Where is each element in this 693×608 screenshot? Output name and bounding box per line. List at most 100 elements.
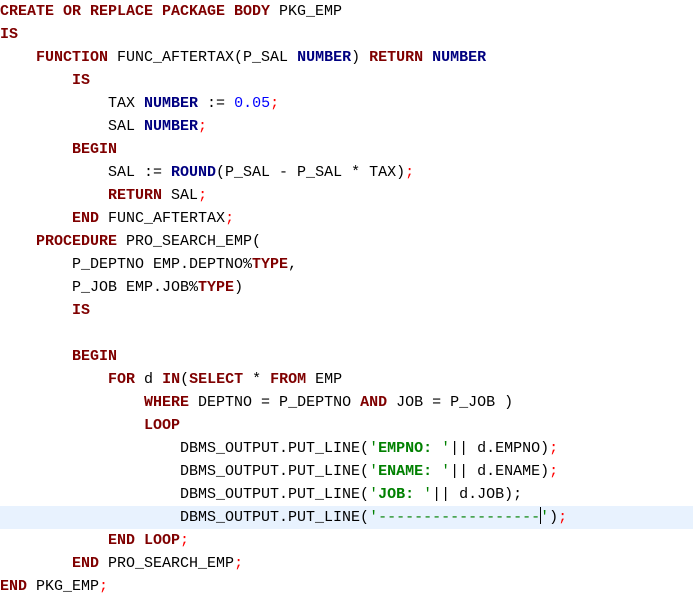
- code-token: SAL: [162, 187, 199, 204]
- type-token: NUMBER: [144, 118, 199, 135]
- code-token: SAL: [0, 118, 145, 135]
- keyword-token: IN: [162, 371, 181, 388]
- keyword-token: FUNCTION: [36, 49, 109, 66]
- keyword-token: WHERE: [144, 394, 190, 411]
- code-line[interactable]: END PRO_SEARCH_EMP;: [0, 552, 693, 575]
- code-line[interactable]: END FUNC_AFTERTAX;: [0, 207, 693, 230]
- code-token: P_JOB EMP.JOB%: [0, 279, 199, 296]
- code-line[interactable]: BEGIN: [0, 345, 693, 368]
- code-line[interactable]: END PKG_EMP;: [0, 575, 693, 598]
- punctuation-token: ;: [549, 463, 559, 480]
- punctuation-token: ;: [270, 95, 280, 112]
- code-line[interactable]: TAX NUMBER := 0.05;: [0, 92, 693, 115]
- code-line[interactable]: PROCEDURE PRO_SEARCH_EMP(: [0, 230, 693, 253]
- code-line[interactable]: IS: [0, 299, 693, 322]
- code-token: :=: [198, 95, 235, 112]
- keyword-token: SELECT: [189, 371, 244, 388]
- code-line[interactable]: WHERE DEPTNO = P_DEPTNO AND JOB = P_JOB …: [0, 391, 693, 414]
- code-editor[interactable]: CREATE OR REPLACE PACKAGE BODY PKG_EMP IS…: [0, 0, 693, 608]
- keyword-token: END LOOP: [108, 532, 181, 549]
- code-token: ): [351, 49, 370, 66]
- code-line[interactable]: SAL NUMBER;: [0, 115, 693, 138]
- code-token: PRO_SEARCH_EMP(: [117, 233, 262, 250]
- punctuation-token: ;: [180, 532, 190, 549]
- keyword-token: BEGIN: [72, 141, 118, 158]
- keyword-token: TYPE: [252, 256, 289, 273]
- type-token: NUMBER: [432, 49, 487, 66]
- code-line[interactable]: BEGIN: [0, 138, 693, 161]
- number-token: 0.05: [234, 95, 271, 112]
- punctuation-token: ;: [549, 440, 559, 457]
- keyword-token: PROCEDURE: [36, 233, 118, 250]
- keyword-token: FROM: [270, 371, 307, 388]
- string-token: ENAME:: [378, 463, 433, 480]
- keyword-token: AND: [360, 394, 388, 411]
- punctuation-token: ;: [99, 578, 109, 595]
- code-token: DBMS_OUTPUT.PUT_LINE(: [0, 509, 370, 526]
- keyword-token: RETURN: [108, 187, 163, 204]
- code-token: ,: [288, 256, 298, 273]
- code-token: *: [243, 371, 271, 388]
- code-line[interactable]: DBMS_OUTPUT.PUT_LINE('JOB: '|| d.JOB);: [0, 483, 693, 506]
- code-token: TAX: [0, 95, 145, 112]
- code-token: JOB = P_JOB ): [387, 394, 514, 411]
- punctuation-token: ;: [234, 555, 244, 572]
- type-token: ROUND: [171, 164, 217, 181]
- keyword-token: IS: [72, 302, 91, 319]
- code-token: P_DEPTNO EMP.DEPTNO%: [0, 256, 253, 273]
- punctuation-token: ;: [198, 187, 208, 204]
- keyword-token: BEGIN: [72, 348, 118, 365]
- string-token: ': [432, 463, 451, 480]
- type-token: NUMBER: [144, 95, 199, 112]
- code-line[interactable]: DBMS_OUTPUT.PUT_LINE('ENAME: '|| d.ENAME…: [0, 460, 693, 483]
- string-token: ': [414, 486, 433, 503]
- code-token: ): [234, 279, 244, 296]
- code-line[interactable]: CREATE OR REPLACE PACKAGE BODY PKG_EMP: [0, 0, 693, 23]
- code-line[interactable]: FOR d IN(SELECT * FROM EMP: [0, 368, 693, 391]
- code-token: DBMS_OUTPUT.PUT_LINE(: [0, 463, 370, 480]
- code-line[interactable]: FUNCTION FUNC_AFTERTAX(P_SAL NUMBER) RET…: [0, 46, 693, 69]
- code-line[interactable]: [0, 322, 693, 345]
- string-token: ': [540, 509, 550, 526]
- code-line[interactable]: P_DEPTNO EMP.DEPTNO%TYPE,: [0, 253, 693, 276]
- keyword-token: LOOP: [144, 417, 181, 434]
- keyword-token: IS: [0, 26, 19, 43]
- punctuation-token: ;: [405, 164, 415, 181]
- string-token: ': [432, 440, 451, 457]
- code-line[interactable]: IS: [0, 23, 693, 46]
- code-line[interactable]: LOOP: [0, 414, 693, 437]
- code-token: ;: [513, 486, 523, 503]
- string-token: ': [369, 440, 379, 457]
- string-token: '------------------: [369, 509, 541, 526]
- type-token: NUMBER: [297, 49, 352, 66]
- code-line[interactable]: DBMS_OUTPUT.PUT_LINE('EMPNO: '|| d.EMPNO…: [0, 437, 693, 460]
- keyword-token: CREATE OR REPLACE PACKAGE BODY: [0, 3, 271, 20]
- code-line[interactable]: RETURN SAL;: [0, 184, 693, 207]
- code-line[interactable]: SAL := ROUND(P_SAL - P_SAL * TAX);: [0, 161, 693, 184]
- keyword-token: END: [0, 578, 28, 595]
- punctuation-token: ;: [225, 210, 235, 227]
- code-token: ): [549, 509, 559, 526]
- keyword-token: IS: [72, 72, 91, 89]
- code-token: SAL :=: [0, 164, 172, 181]
- keyword-token: TYPE: [198, 279, 235, 296]
- code-line-current[interactable]: DBMS_OUTPUT.PUT_LINE('------------------…: [0, 506, 693, 529]
- code-token: FUNC_AFTERTAX: [99, 210, 226, 227]
- code-token: DEPTNO = P_DEPTNO: [189, 394, 361, 411]
- code-line[interactable]: P_JOB EMP.JOB%TYPE): [0, 276, 693, 299]
- code-line[interactable]: END LOOP;: [0, 529, 693, 552]
- code-line[interactable]: IS: [0, 69, 693, 92]
- keyword-token: FOR: [108, 371, 136, 388]
- string-token: JOB:: [378, 486, 415, 503]
